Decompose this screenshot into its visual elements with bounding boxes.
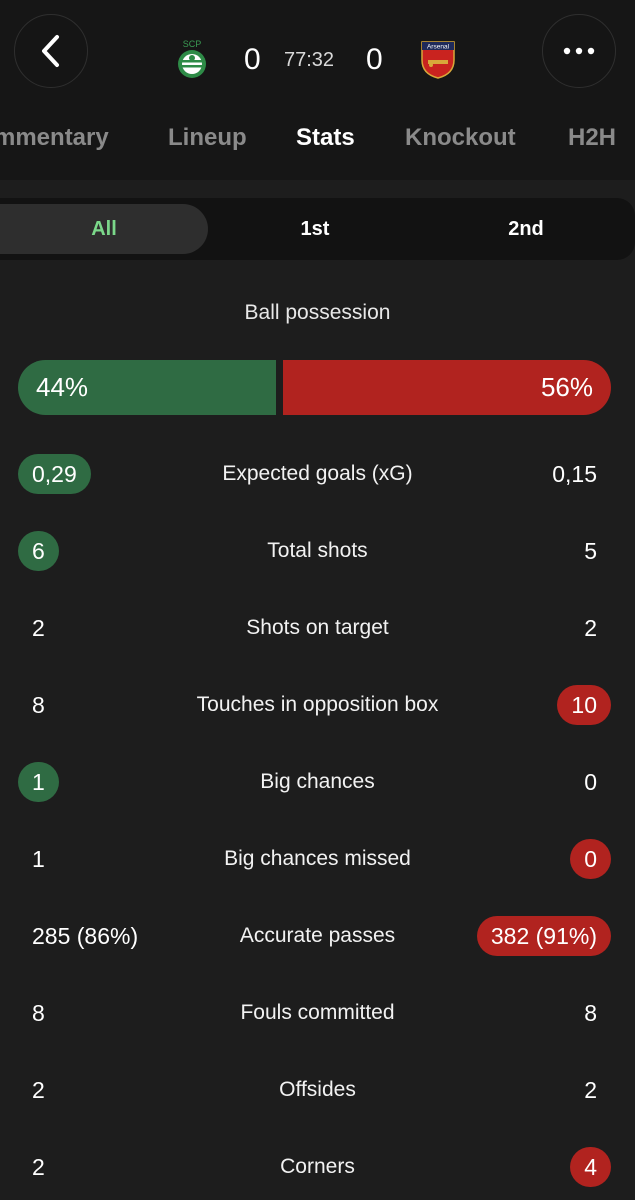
stat-away-value: 2 (584, 615, 597, 641)
ellipsis-icon (563, 47, 595, 55)
stat-home-value: 0,29 (18, 454, 91, 494)
stat-away-value: 4 (570, 1147, 611, 1187)
tab-h2h[interactable]: H2H (568, 118, 616, 158)
stat-home-value: 8 (32, 692, 45, 718)
svg-text:SCP: SCP (183, 39, 202, 49)
stat-label: Fouls committed (240, 1001, 395, 1024)
stat-row: Accurate passes 285 (86%) 382 (91%) (0, 914, 635, 958)
period-all[interactable]: All (44, 214, 164, 244)
stat-label: Big chances (260, 770, 375, 793)
tab-lineup[interactable]: Lineup (168, 118, 247, 158)
period-2nd[interactable]: 2nd (466, 214, 586, 244)
stat-home-value: 6 (18, 531, 59, 571)
stat-away-value: 0 (570, 839, 611, 879)
sporting-cp-crest[interactable]: SCP (172, 38, 212, 80)
stat-away-value: 5 (584, 538, 597, 564)
tab-bar: mmentary Lineup Stats Knockout H2H (0, 118, 635, 162)
match-clock: 77:32 (284, 49, 335, 71)
possession-home-bar: 44% (18, 360, 276, 415)
stat-row: Shots on target 2 2 (0, 606, 635, 650)
svg-text:Arsenal: Arsenal (427, 44, 450, 51)
tab-commentary[interactable]: mmentary (0, 118, 109, 158)
stat-label: Touches in opposition box (196, 693, 439, 716)
stat-row: Fouls committed 8 8 (0, 991, 635, 1035)
tab-stats[interactable]: Stats (296, 118, 355, 158)
tab-knockout[interactable]: Knockout (405, 118, 516, 158)
stat-away-value: 0 (584, 769, 597, 795)
possession-away-bar: 56% (283, 360, 611, 415)
stat-label: Offsides (279, 1078, 356, 1101)
possession-title: Ball possession (244, 301, 391, 324)
stat-home-value: 8 (32, 1000, 45, 1026)
stat-home-value: 2 (32, 615, 45, 641)
stat-row: Offsides 2 2 (0, 1068, 635, 1112)
stat-away-value: 8 (584, 1000, 597, 1026)
stat-row: Big chances 1 0 (0, 760, 635, 804)
stat-away-value: 0,15 (552, 461, 597, 487)
stat-home-value: 2 (32, 1077, 45, 1103)
period-1st[interactable]: 1st (255, 214, 375, 244)
stat-away-value: 382 (91%) (476, 916, 611, 956)
stat-row: Corners 2 4 (0, 1145, 635, 1189)
possession-home-value: 44% (36, 372, 89, 402)
stat-label: Corners (280, 1155, 355, 1178)
stat-home-value: 285 (86%) (32, 923, 139, 949)
arsenal-crest[interactable]: Arsenal (418, 38, 458, 80)
possession-away-value: 56% (540, 372, 593, 402)
match-header: SCP 0 77:32 0 Arsenal mmentary Lineup St… (0, 0, 635, 180)
stat-row: Total shots 6 5 (0, 529, 635, 573)
stat-row: Expected goals (xG) 0,29 0,15 (0, 452, 635, 496)
stat-home-value: 1 (18, 762, 59, 802)
away-score: 0 (366, 43, 383, 76)
stat-row: Touches in opposition box 8 10 (0, 683, 635, 727)
stat-home-value: 1 (32, 846, 45, 872)
stat-home-value: 2 (32, 1154, 45, 1180)
stat-row: Big chances missed 1 0 (0, 837, 635, 881)
stat-away-value: 2 (584, 1077, 597, 1103)
chevron-left-icon (42, 35, 59, 67)
stat-label: Big chances missed (224, 847, 411, 870)
back-button[interactable] (14, 14, 88, 88)
stat-label: Shots on target (246, 616, 389, 639)
stat-label: Total shots (267, 539, 368, 562)
more-options-button[interactable] (542, 14, 616, 88)
home-score: 0 (244, 43, 261, 76)
period-selector: All 1st 2nd (0, 198, 635, 260)
stat-away-value: 10 (557, 685, 611, 725)
